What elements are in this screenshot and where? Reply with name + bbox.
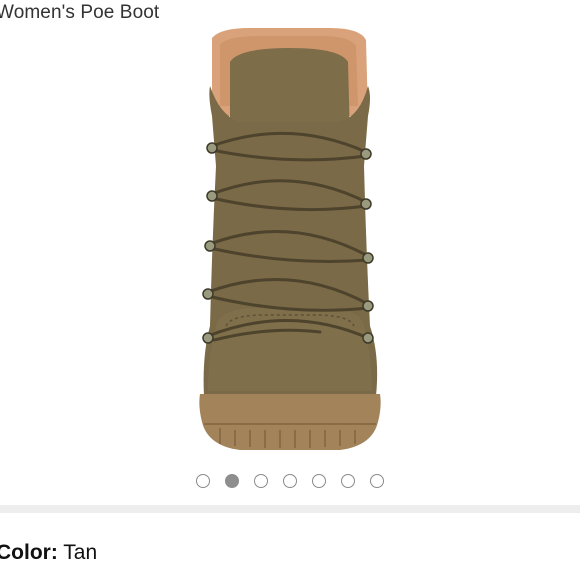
product-image-gallery[interactable]	[0, 26, 580, 471]
pagination-dot[interactable]	[196, 474, 210, 488]
pagination-dot[interactable]	[225, 474, 239, 488]
color-label: Color:	[0, 541, 58, 564]
product-title: Women's Poe Boot	[0, 2, 160, 23]
section-divider	[0, 505, 580, 513]
pagination-dot[interactable]	[283, 474, 297, 488]
boot-image	[199, 28, 381, 450]
gallery-pagination	[0, 474, 580, 492]
pagination-dot[interactable]	[341, 474, 355, 488]
pagination-dot[interactable]	[312, 474, 326, 488]
color-value: Tan	[63, 541, 98, 564]
color-selection: Color: Tan	[0, 541, 97, 565]
pagination-dot[interactable]	[254, 474, 268, 488]
pagination-dot[interactable]	[370, 474, 384, 488]
